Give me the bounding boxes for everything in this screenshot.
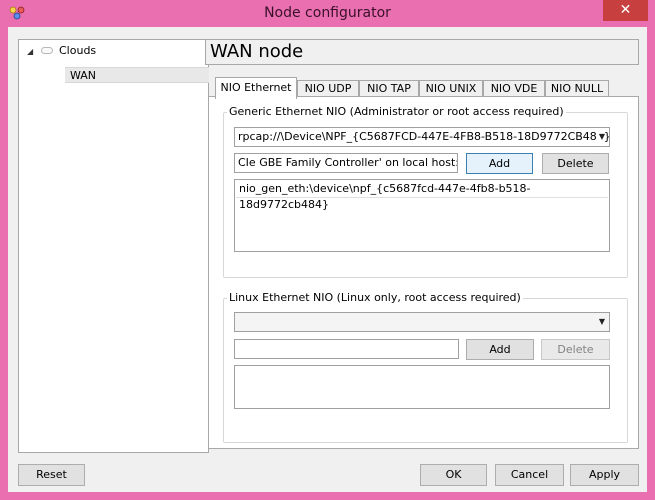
- generic-add-button[interactable]: Add: [466, 153, 533, 174]
- triangle-icon[interactable]: ◢: [27, 44, 33, 60]
- tab-nio-ethernet[interactable]: NIO Ethernet: [215, 77, 297, 99]
- page-title: WAN node: [210, 41, 304, 62]
- linux-add-button[interactable]: Add: [466, 339, 534, 360]
- window-title: Node configurator: [264, 5, 391, 21]
- combo-value: rpcap://\Device\NPF_{C5687FCD-447E-4FB8-…: [238, 130, 610, 143]
- generic-interface-field[interactable]: CIe GBE Family Controller' on local host…: [234, 153, 458, 173]
- node-tree[interactable]: ◢ Clouds WAN: [18, 39, 209, 453]
- node-title-box: WAN node: [205, 39, 639, 65]
- tree-item-label: WAN: [70, 69, 97, 82]
- generic-delete-button[interactable]: Delete: [542, 153, 609, 174]
- generic-ethernet-group: Generic Ethernet NIO (Administrator or r…: [223, 105, 628, 278]
- tree-item-label: Clouds: [59, 44, 97, 57]
- generic-interface-combo[interactable]: rpcap://\Device\NPF_{C5687FCD-447E-4FB8-…: [234, 127, 610, 147]
- chevron-down-icon: ▼: [598, 317, 605, 326]
- linux-delete-button[interactable]: Delete: [541, 339, 610, 360]
- cancel-button[interactable]: Cancel: [495, 464, 564, 486]
- close-button[interactable]: ✕: [603, 0, 648, 21]
- list-item[interactable]: nio_gen_eth:\device\npf_{c5687fcd-447e-4…: [236, 181, 608, 211]
- linux-interface-field[interactable]: [234, 339, 459, 359]
- chevron-down-icon: ▼: [595, 128, 605, 146]
- linux-nio-list[interactable]: [234, 365, 610, 409]
- group-title: Generic Ethernet NIO (Administrator or r…: [227, 105, 566, 118]
- field-value: CIe GBE Family Controller' on local host…: [238, 156, 458, 169]
- cloud-icon: [41, 47, 53, 54]
- linux-interface-combo[interactable]: ▼: [234, 312, 610, 332]
- nio-ethernet-pane: Generic Ethernet NIO (Administrator or r…: [208, 96, 639, 449]
- reset-button[interactable]: Reset: [18, 464, 85, 486]
- ok-button[interactable]: OK: [420, 464, 487, 486]
- group-title: Linux Ethernet NIO (Linux only, root acc…: [227, 291, 523, 304]
- dialog-client-area: ◢ Clouds WAN WAN node NIO Ethernet NIO U…: [8, 27, 647, 492]
- title-bar[interactable]: Node configurator ✕: [0, 0, 655, 27]
- linux-ethernet-group: Linux Ethernet NIO (Linux only, root acc…: [223, 291, 628, 443]
- window-frame: Node configurator ✕ ◢ Clouds WAN WAN nod…: [0, 0, 655, 500]
- close-icon: ✕: [619, 2, 632, 18]
- tree-item-clouds[interactable]: ◢ Clouds: [19, 43, 208, 59]
- generic-nio-list[interactable]: nio_gen_eth:\device\npf_{c5687fcd-447e-4…: [234, 179, 610, 252]
- tree-item-wan[interactable]: WAN: [65, 67, 209, 83]
- apply-button[interactable]: Apply: [570, 464, 639, 486]
